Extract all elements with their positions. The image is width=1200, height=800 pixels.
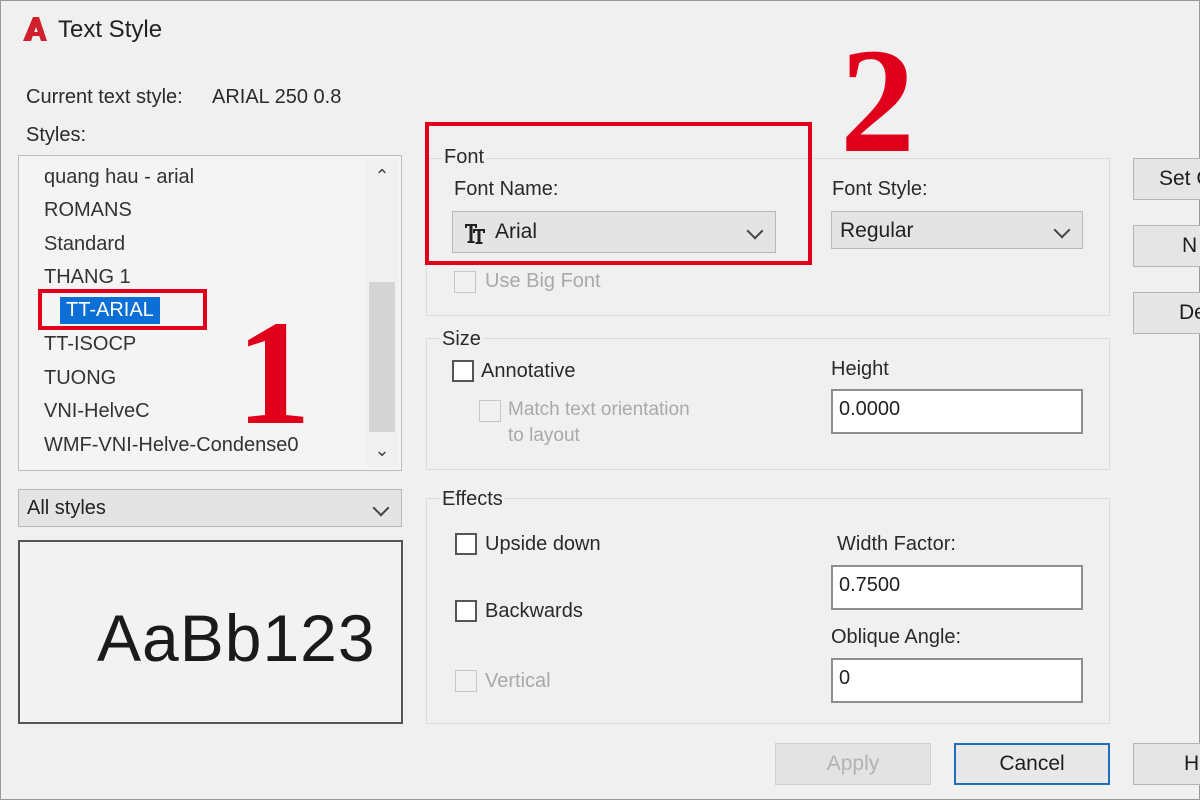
oblique-angle-label: Oblique Angle: <box>831 626 962 648</box>
width-factor-value: 0.7500 <box>839 574 901 596</box>
vertical-checkbox[interactable] <box>455 670 477 692</box>
oblique-angle-value: 0 <box>839 667 851 689</box>
style-item-tuong[interactable]: TUONG <box>44 367 116 390</box>
height-value: 0.0000 <box>839 398 901 420</box>
match-orientation-label-line2: to layout <box>508 425 580 446</box>
match-orientation-label-line1: Match text orientation <box>508 399 690 420</box>
scroll-up-icon[interactable]: ⌃ <box>366 166 398 187</box>
styles-filter-dropdown[interactable]: All styles <box>18 489 402 527</box>
height-label: Height <box>831 358 889 380</box>
use-big-font-checkbox[interactable] <box>454 271 476 293</box>
delete-button[interactable]: De <box>1133 292 1200 334</box>
dialog-title: Text Style <box>58 16 163 43</box>
width-factor-label: Width Factor: <box>837 533 956 555</box>
current-style-value: ARIAL 250 0.8 <box>212 86 342 108</box>
annotation-box-2 <box>425 122 812 265</box>
effects-group-title: Effects <box>440 488 505 511</box>
style-item-quang-hau-arial[interactable]: quang hau - arial <box>44 166 194 189</box>
size-group-title: Size <box>440 328 483 351</box>
new-button[interactable]: N <box>1133 225 1200 267</box>
style-item-thang-1[interactable]: THANG 1 <box>44 266 131 289</box>
autocad-logo-icon <box>23 17 47 41</box>
styles-filter-value: All styles <box>27 497 106 519</box>
width-factor-input[interactable]: 0.7500 <box>831 565 1083 610</box>
annotation-box-1 <box>38 289 207 330</box>
upside-down-label: Upside down <box>485 533 601 555</box>
current-style-label: Current text style: <box>26 86 183 108</box>
scroll-thumb[interactable] <box>369 282 395 432</box>
styles-label: Styles: <box>26 124 87 146</box>
height-input[interactable]: 0.0000 <box>831 389 1083 434</box>
oblique-angle-input[interactable]: 0 <box>831 658 1083 703</box>
chevron-down-icon <box>1053 221 1071 239</box>
backwards-label: Backwards <box>485 600 583 622</box>
annotation-number-2: 2 <box>840 18 915 184</box>
help-button[interactable]: H <box>1133 743 1200 785</box>
apply-button[interactable]: Apply <box>775 743 931 785</box>
upside-down-checkbox[interactable] <box>455 533 477 555</box>
set-current-button[interactable]: Set C <box>1133 158 1200 200</box>
annotation-number-1: 1 <box>236 290 311 456</box>
annotative-checkbox[interactable] <box>452 360 474 382</box>
chevron-down-icon <box>372 499 390 517</box>
style-item-romans[interactable]: ROMANS <box>44 199 132 222</box>
font-style-value: Regular <box>840 219 914 242</box>
vertical-label: Vertical <box>485 670 551 692</box>
cancel-button[interactable]: Cancel <box>954 743 1110 785</box>
use-big-font-label: Use Big Font <box>485 270 601 292</box>
scroll-down-icon[interactable]: ⌄ <box>366 440 398 461</box>
preview-text: AaBb123 <box>97 601 376 675</box>
style-item-tt-isocp[interactable]: TT-ISOCP <box>44 333 136 356</box>
style-item-vni-helvec[interactable]: VNI-HelveC <box>44 400 150 423</box>
backwards-checkbox[interactable] <box>455 600 477 622</box>
match-orientation-checkbox[interactable] <box>479 400 501 422</box>
annotative-label: Annotative <box>481 360 576 382</box>
font-style-dropdown[interactable]: Regular <box>831 211 1083 249</box>
style-item-standard[interactable]: Standard <box>44 233 125 256</box>
